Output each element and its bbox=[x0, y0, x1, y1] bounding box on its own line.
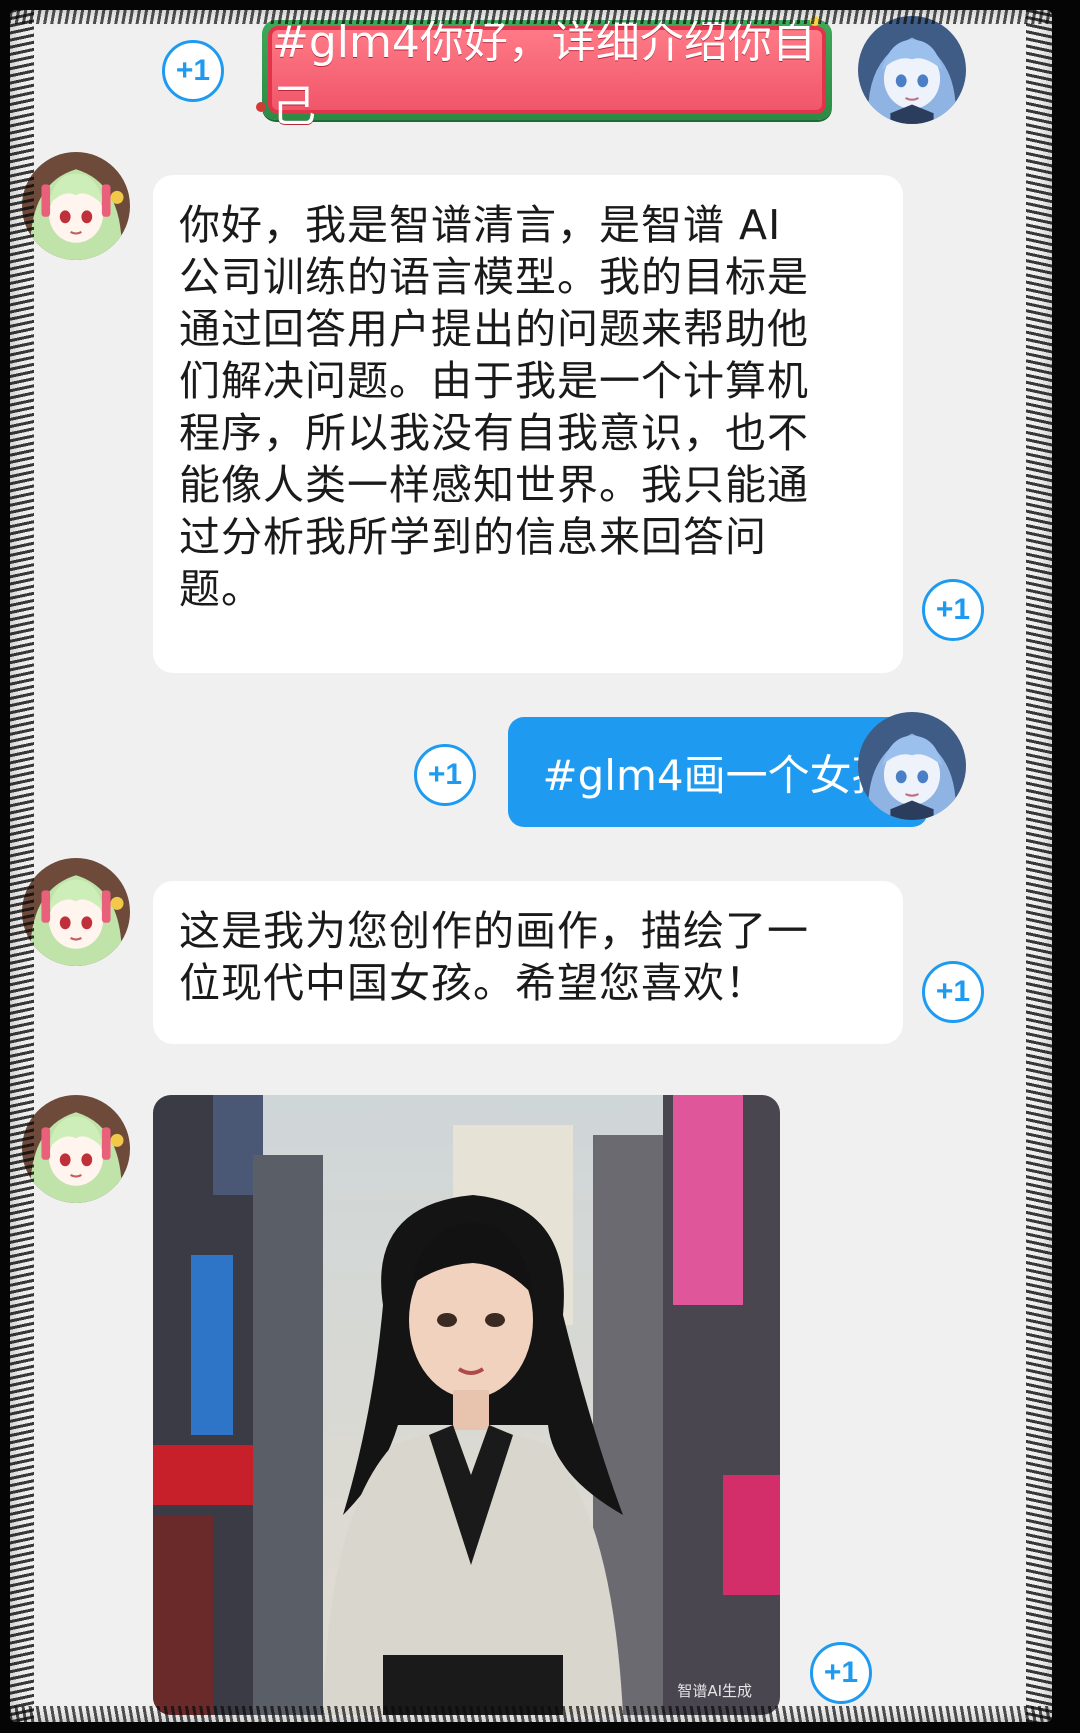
user-avatar[interactable] bbox=[858, 16, 966, 124]
bot-message-line: 位现代中国女孩。希望您喜欢！ bbox=[179, 959, 767, 1007]
ornament-icon bbox=[256, 102, 266, 112]
bot-avatar[interactable] bbox=[22, 858, 130, 966]
generated-image[interactable]: 智谱AI生成 bbox=[153, 1095, 780, 1715]
user-avatar[interactable] bbox=[858, 712, 966, 820]
watermark-label: 智谱AI生成 bbox=[677, 1682, 752, 1700]
bot-message-line: 题。 bbox=[179, 565, 263, 613]
bot-message-line: 能像人类一样感知世界。我只能通 bbox=[179, 461, 809, 509]
green-hair-anime-girl-avatar-icon bbox=[22, 1095, 130, 1203]
screenshot-frame: +1 #glm4你好，详细介绍你自己 你好，我是智谱清言，是智谱 AI 公司训练… bbox=[0, 0, 1080, 1733]
bot-message-line: 你好，我是智谱清言，是智谱 AI bbox=[179, 201, 782, 249]
bot-avatar[interactable] bbox=[22, 152, 130, 260]
bot-message-line: 通过回答用户提出的问题来帮助他 bbox=[179, 305, 809, 353]
blue-hair-anime-girl-avatar-icon bbox=[858, 16, 966, 124]
bot-message-line: 们解决问题。由于我是一个计算机 bbox=[179, 357, 809, 405]
green-hair-anime-girl-avatar-icon bbox=[22, 152, 130, 260]
user-message-text: #glm4画一个女孩 bbox=[542, 750, 894, 800]
user-message-text: #glm4你好，详细介绍你自己 bbox=[268, 17, 826, 132]
plus-one-button[interactable]: +1 bbox=[414, 744, 476, 806]
rough-frame-edge bbox=[10, 10, 34, 1722]
ornament-icon bbox=[810, 16, 820, 26]
bot-avatar[interactable] bbox=[22, 1095, 130, 1203]
blue-hair-anime-girl-avatar-icon bbox=[858, 712, 966, 820]
bot-message-line: 程序，所以我没有自我意识，也不 bbox=[179, 409, 809, 457]
plus-one-button[interactable]: +1 bbox=[922, 579, 984, 641]
bot-message-bubble[interactable]: 你好，我是智谱清言，是智谱 AI 公司训练的语言模型。我的目标是 通过回答用户提… bbox=[153, 175, 903, 673]
rough-frame-edge bbox=[1026, 10, 1052, 1722]
bot-message-line: 公司训练的语言模型。我的目标是 bbox=[179, 253, 809, 301]
bot-message-line: 这是我为您创作的画作，描绘了一 bbox=[179, 907, 809, 955]
plus-one-button[interactable]: +1 bbox=[162, 40, 224, 102]
plus-one-button[interactable]: +1 bbox=[810, 1642, 872, 1704]
chat-window[interactable]: +1 #glm4你好，详细介绍你自己 你好，我是智谱清言，是智谱 AI 公司训练… bbox=[10, 10, 1052, 1722]
green-hair-anime-girl-avatar-icon bbox=[22, 858, 130, 966]
bot-message-line: 过分析我所学到的信息来回答问 bbox=[179, 513, 767, 561]
girl-portrait-image bbox=[153, 1095, 780, 1715]
user-message-bubble[interactable]: #glm4你好，详细介绍你自己 bbox=[256, 16, 832, 132]
bot-message-bubble[interactable]: 这是我为您创作的画作，描绘了一 位现代中国女孩。希望您喜欢！ bbox=[153, 881, 903, 1044]
plus-one-button[interactable]: +1 bbox=[922, 961, 984, 1023]
